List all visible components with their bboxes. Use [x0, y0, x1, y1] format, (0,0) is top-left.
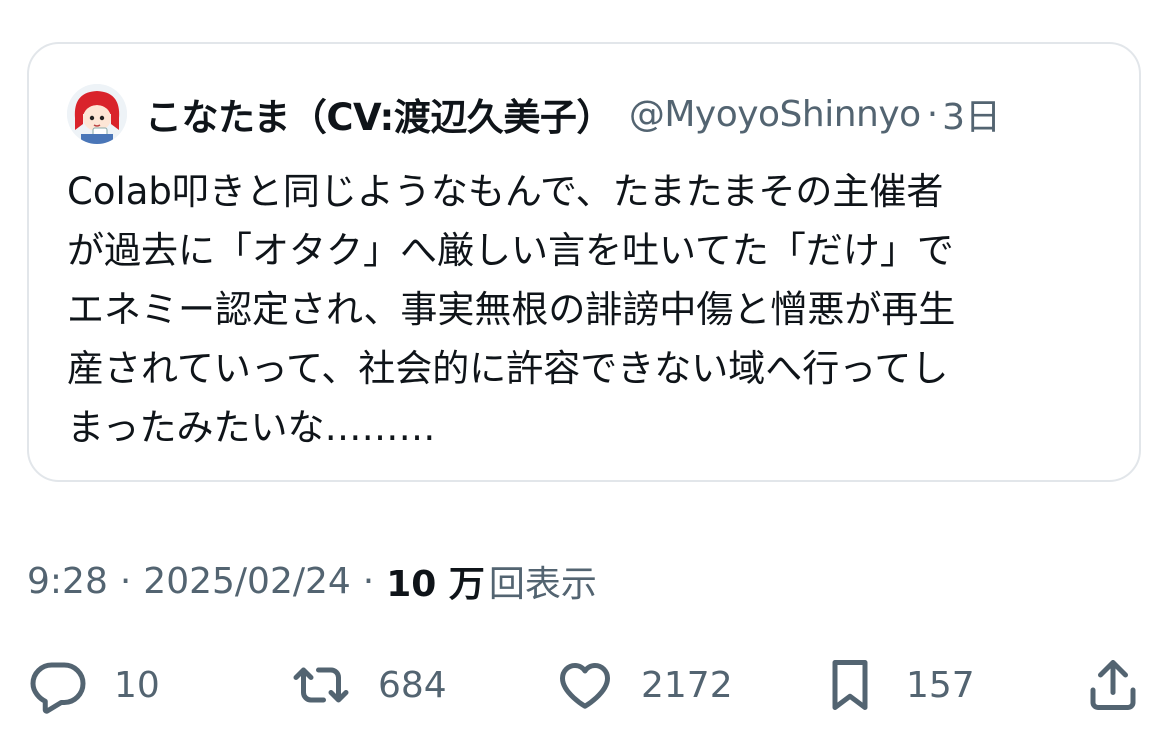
like-count: 2172	[641, 664, 733, 706]
meta-separator: ·	[119, 560, 132, 602]
views-count[interactable]: 10 万	[386, 555, 485, 607]
heart-icon	[560, 663, 610, 709]
post-time[interactable]: 9:28	[27, 561, 108, 602]
bookmark-count: 157	[906, 664, 975, 706]
meta-separator: ·	[362, 560, 375, 602]
quoted-post-card[interactable]: こなたま（CV:渡辺久美子） @MyoyoShinnyo · 3日 Colab叩…	[27, 42, 1141, 482]
quoted-author-handle[interactable]: @MyoyoShinnyo	[629, 94, 921, 135]
like-button[interactable]: 2172	[555, 650, 733, 720]
repost-button[interactable]: 684	[290, 650, 447, 720]
quoted-post-text: Colab叩きと同じようなもんで、たまたまその主催者 が過去に「オタク」へ厳しい…	[67, 170, 956, 449]
reply-icon	[30, 662, 86, 714]
share-icon	[1090, 660, 1136, 710]
views-label: 回表示	[488, 564, 597, 605]
quoted-post-age[interactable]: 3日	[942, 88, 1001, 140]
post-date[interactable]: 2025/02/24	[143, 561, 351, 602]
repost-count: 684	[378, 664, 447, 706]
repost-icon	[293, 667, 349, 703]
action-bar: 10 684 2172 157	[0, 650, 1170, 720]
bookmark-icon	[832, 660, 868, 710]
avatar-illustration	[67, 84, 127, 144]
share-button[interactable]	[1083, 650, 1143, 720]
avatar[interactable]	[67, 84, 127, 144]
reply-count: 10	[114, 664, 160, 706]
quoted-author-name[interactable]: こなたま（CV:渡辺久美子）	[145, 87, 613, 141]
reply-button[interactable]: 10	[28, 650, 160, 720]
bookmark-button[interactable]: 157	[820, 650, 975, 720]
quoted-post-header: こなたま（CV:渡辺久美子） @MyoyoShinnyo · 3日	[67, 84, 1001, 144]
header-separator: ·	[926, 93, 939, 135]
post-meta: 9:28 · 2025/02/24 · 10 万 回表示	[27, 556, 597, 606]
